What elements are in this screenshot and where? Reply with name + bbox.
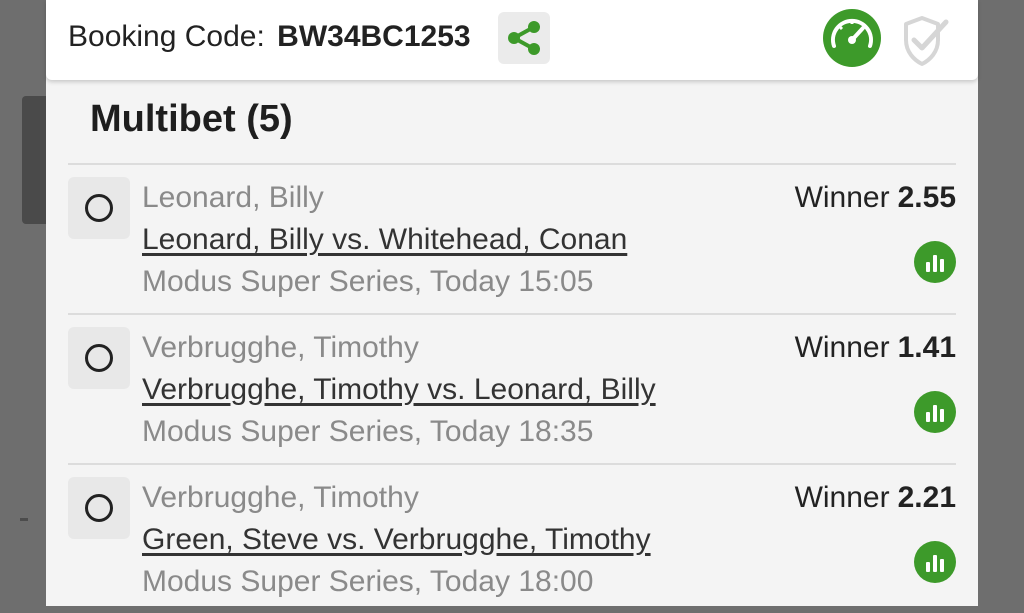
bar-chart-icon: [926, 405, 944, 422]
booking-code-label: Booking Code:: [68, 20, 265, 53]
bet-market-label: Winner: [794, 481, 890, 514]
bet-match-link[interactable]: Verbrugghe, Timothy vs. Leonard, Billy: [142, 373, 656, 407]
betslip-header: Booking Code: BW34BC1253: [46, 0, 978, 80]
bet-match-link[interactable]: Leonard, Billy vs. Whitehead, Conan: [142, 223, 627, 257]
bet-selection: Leonard, Billy: [142, 181, 324, 214]
bet-odds: 2.21: [897, 481, 956, 514]
bet-event-info: Modus Super Series, Today 15:05: [142, 265, 594, 298]
share-icon: [508, 21, 540, 55]
bet-select-radio[interactable]: [68, 327, 130, 389]
bet-selection: Verbrugghe, Timothy: [142, 481, 419, 514]
bet-market: Winner 2.55: [795, 181, 956, 215]
bet-market-label: Winner: [794, 331, 890, 364]
bet-select-radio[interactable]: [68, 177, 130, 239]
bet-select-radio[interactable]: [68, 477, 130, 539]
bet-market: Winner 2.21: [795, 481, 956, 515]
stats-button[interactable]: [914, 241, 956, 283]
bet-odds: 2.55: [897, 181, 956, 214]
radio-circle-icon: [85, 344, 113, 372]
bet-event-info: Modus Super Series, Today 18:35: [142, 415, 594, 448]
share-button[interactable]: [498, 12, 550, 64]
bet-selection: Verbrugghe, Timothy: [142, 331, 419, 364]
bet-match-link[interactable]: Green, Steve vs. Verbrugghe, Timothy: [142, 523, 651, 557]
radio-circle-icon: [85, 494, 113, 522]
bar-chart-icon: [926, 555, 944, 572]
radio-circle-icon: [85, 194, 113, 222]
bet-item: Verbrugghe, Timothy Verbrugghe, Timothy …: [68, 315, 956, 463]
bet-item: Leonard, Billy Leonard, Billy vs. Whiteh…: [68, 165, 956, 313]
bet-market: Winner 1.41: [795, 331, 956, 365]
shield-check-icon[interactable]: [898, 12, 952, 68]
bet-market-label: Winner: [794, 181, 890, 214]
stats-button[interactable]: [914, 541, 956, 583]
bet-item: Verbrugghe, Timothy Green, Steve vs. Ver…: [68, 465, 956, 613]
bet-odds: 1.41: [897, 331, 956, 364]
speedometer-icon[interactable]: [822, 8, 882, 68]
booking-code-value: BW34BC1253: [277, 20, 471, 53]
stats-button[interactable]: [914, 391, 956, 433]
bet-event-info: Modus Super Series, Today 18:00: [142, 565, 594, 598]
background-mark: [20, 518, 28, 521]
background-page-edge: [22, 96, 46, 224]
bar-chart-icon: [926, 255, 944, 272]
betslip-panel: Booking Code: BW34BC1253 Multibet (5) Le…: [46, 0, 978, 606]
multibet-title: Multibet (5): [90, 98, 293, 140]
booking-code: Booking Code: BW34BC1253: [68, 20, 471, 54]
